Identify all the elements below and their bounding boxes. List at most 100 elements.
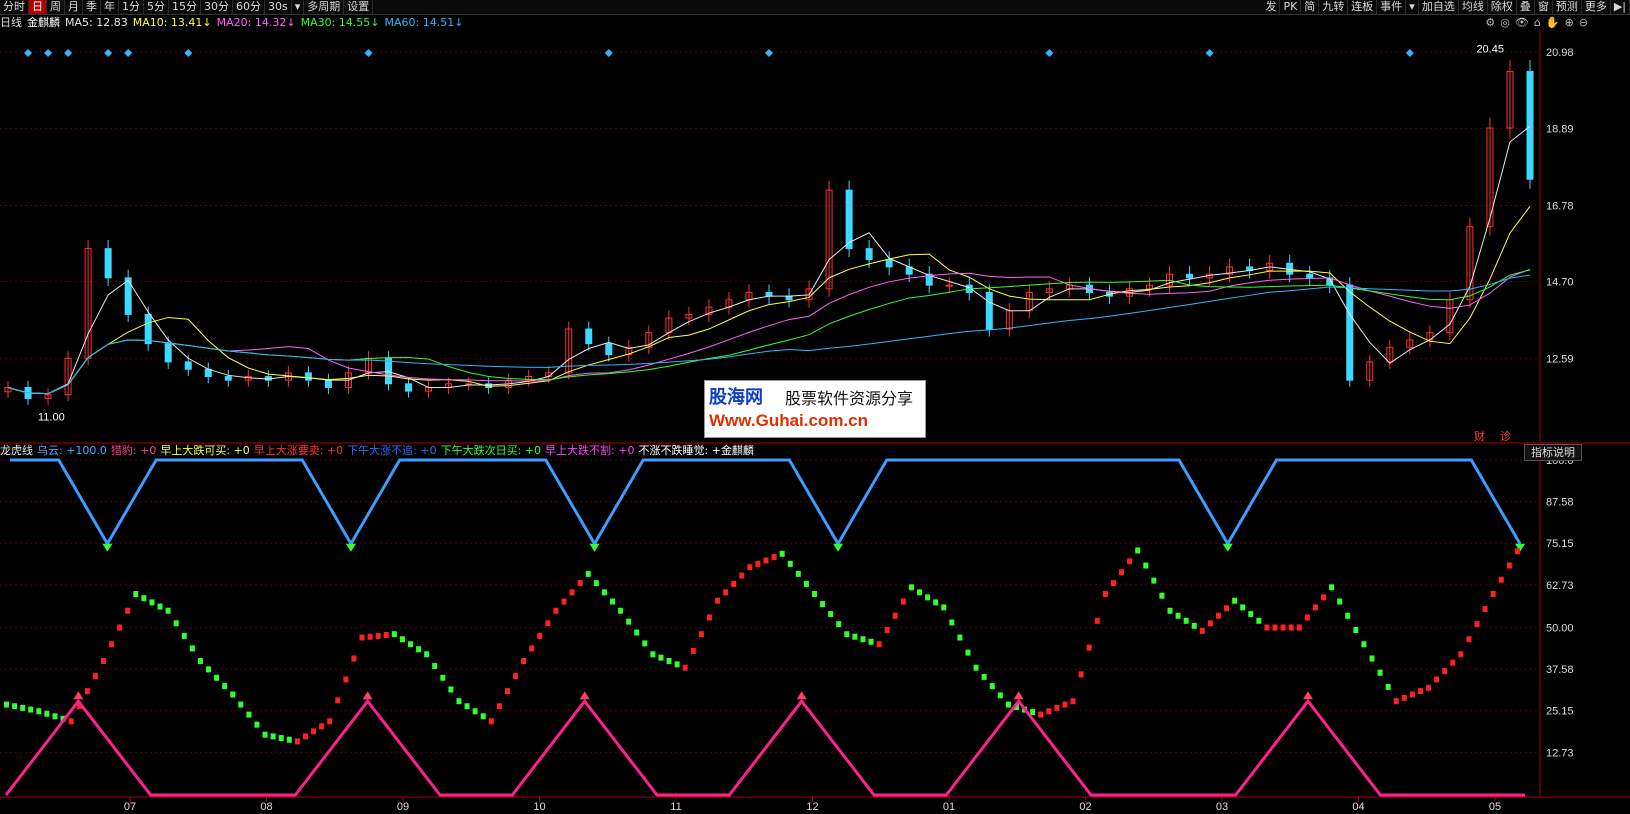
cloud-arrow-12	[589, 543, 600, 552]
finance-button[interactable]: 财	[1474, 428, 1485, 444]
candle-body-76	[1526, 70, 1534, 180]
period-tab-9[interactable]: 30分	[201, 0, 233, 14]
dragon-tiger-segment-14-1	[464, 703, 470, 710]
tool-button-12[interactable]: 预测	[1553, 0, 1582, 14]
dragon-tiger-segment-38-1	[1240, 604, 1246, 611]
cloud-arrow-17	[833, 543, 844, 552]
period-tab-3[interactable]: 月	[65, 0, 83, 14]
cloud-arrow-2	[102, 543, 113, 552]
tool-button-10[interactable]: 叠	[1517, 0, 1535, 14]
dragon-tiger-segment-8-3	[286, 736, 292, 743]
dragon-tiger-segment-33-2	[1086, 644, 1092, 651]
dragon-tiger-segment-42-0	[1361, 641, 1367, 648]
tool-button-14[interactable]: ▶|	[1611, 0, 1630, 14]
dragon-tiger-segment-24-2	[795, 570, 801, 577]
dragon-tiger-segment-32-0	[1038, 711, 1044, 718]
tool-button-0[interactable]: 发	[1262, 0, 1281, 14]
dragon-tiger-segment-20-1	[658, 654, 664, 661]
tool-button-11[interactable]: 窗	[1535, 0, 1553, 14]
price-low-label: 11.00	[38, 412, 65, 424]
period-tab-10[interactable]: 60分	[233, 0, 265, 14]
price-tick-label-2: 16.78	[1546, 200, 1574, 212]
dragon-tiger-segment-15-1	[496, 703, 502, 710]
dragon-tiger-segment-23-1	[755, 560, 761, 567]
candle-body-9	[184, 361, 192, 370]
dragon-tiger-segment-2-0	[68, 718, 74, 725]
indicator-value-2: 猎豹: +0	[110, 444, 157, 457]
dragon-tiger-segment-0-1	[12, 703, 18, 710]
dragon-tiger-segment-30-2	[989, 683, 995, 690]
tool-button-2[interactable]: 简	[1301, 0, 1320, 14]
period-tab-14[interactable]: 设置	[344, 0, 374, 14]
indicator-explain-button[interactable]: 指标说明	[1524, 444, 1582, 461]
period-tab-1[interactable]: 日	[29, 0, 47, 14]
dragon-tiger-segment-44-3	[1450, 659, 1456, 666]
tool-button-4[interactable]: 连板	[1348, 0, 1378, 14]
price-tick-label-4: 12.59	[1546, 354, 1574, 366]
dragon-tiger-segment-17-1	[561, 598, 567, 605]
period-tab-8[interactable]: 15分	[169, 0, 201, 14]
candle-body-7	[144, 313, 152, 345]
dragon-tiger-segment-34-3	[1127, 558, 1133, 565]
period-tab-11[interactable]: 30s	[265, 0, 292, 14]
dragon-tiger-segment-33-1	[1078, 671, 1084, 678]
dragon-tiger-segment-16-1	[529, 645, 535, 652]
period-tab-2[interactable]: 周	[47, 0, 65, 14]
signal-diamond-10	[1205, 49, 1214, 57]
dragon-tiger-segment-18-2	[601, 589, 607, 596]
candles	[4, 60, 1534, 405]
dragon-tiger-segment-41-3	[1353, 627, 1359, 634]
diagnose-button[interactable]: 诊	[1500, 428, 1511, 444]
date-tick-label-1: 08	[260, 801, 272, 813]
period-tab-13[interactable]: 多周期	[304, 0, 345, 14]
tool-button-8[interactable]: 均线	[1459, 0, 1488, 14]
ma-line-ma5	[7, 125, 1531, 395]
tool-button-13[interactable]: 更多	[1582, 0, 1611, 14]
dragon-tiger-segment-33-3	[1094, 617, 1100, 624]
dragon-tiger-segment-32-3	[1062, 701, 1068, 708]
dragon-tiger-segment-26-0	[844, 631, 850, 638]
dragon-tiger-segment-7-3	[254, 721, 260, 728]
tool-button-3[interactable]: 九转	[1319, 0, 1349, 14]
period-tab-0[interactable]: 分时	[0, 0, 29, 14]
tool-button-9[interactable]: 除权	[1488, 0, 1517, 14]
dragon-tiger-segment-40-3	[1321, 594, 1327, 601]
dragon-tiger-segment-40-0	[1296, 624, 1302, 631]
dragon-tiger-segment-1-1	[44, 710, 50, 717]
dragon-tiger-segment-35-2	[1151, 577, 1157, 584]
period-tab-12[interactable]: ▾	[292, 0, 305, 14]
dragon-tiger-segment-28-0	[908, 584, 914, 591]
period-tab-5[interactable]: 年	[101, 0, 119, 14]
dragon-tiger-segment-4-3	[157, 603, 163, 610]
dragon-tiger-segment-25-2	[828, 611, 834, 618]
dragon-tiger-segment-1-0	[36, 708, 42, 715]
dragon-tiger-segment-8-2	[278, 735, 284, 742]
dragon-tiger-segment-39-1	[1272, 624, 1278, 631]
dragon-tiger-segment-40-2	[1312, 604, 1318, 611]
dragon-tiger-segment-18-0	[585, 570, 591, 577]
dragon-tiger-segment-5-1	[173, 620, 179, 627]
dragon-tiger-segment-43-2	[1409, 691, 1415, 698]
tool-button-5[interactable]: 事件	[1377, 0, 1407, 14]
tool-button-7[interactable]: 加自选	[1419, 0, 1459, 14]
cloud-arrow-7	[345, 543, 356, 552]
dragon-tiger-segment-27-0	[876, 641, 882, 648]
dragon-tiger-segment-8-1	[270, 733, 276, 740]
dragon-tiger-segment-32-2	[1054, 704, 1060, 711]
dragon-tiger-segment-34-2	[1119, 569, 1125, 576]
period-tab-6[interactable]: 1分	[119, 0, 144, 14]
period-tab-4[interactable]: 季	[83, 0, 101, 14]
tool-button-1[interactable]: PK	[1280, 0, 1302, 14]
dragon-tiger-line	[4, 547, 1520, 745]
date-tick-label-2: 09	[397, 801, 409, 813]
dragon-tiger-segment-25-0	[811, 591, 817, 597]
tool-button-6[interactable]: ▾	[1406, 0, 1419, 14]
date-tick-label-9: 04	[1352, 801, 1364, 813]
dragon-tiger-segment-13-2	[440, 674, 446, 681]
dragon-tiger-segment-31-3	[1030, 709, 1036, 716]
dragon-tiger-segment-43-0	[1393, 698, 1399, 705]
dragon-tiger-segment-2-2	[84, 688, 90, 695]
period-tab-7[interactable]: 5分	[144, 0, 169, 14]
dragon-tiger-segment-44-2	[1442, 668, 1448, 675]
period-tabs: 分时日周月季年 1分 5分 15分 30分 60分 30s ▾ 多周期 设置	[0, 0, 374, 14]
